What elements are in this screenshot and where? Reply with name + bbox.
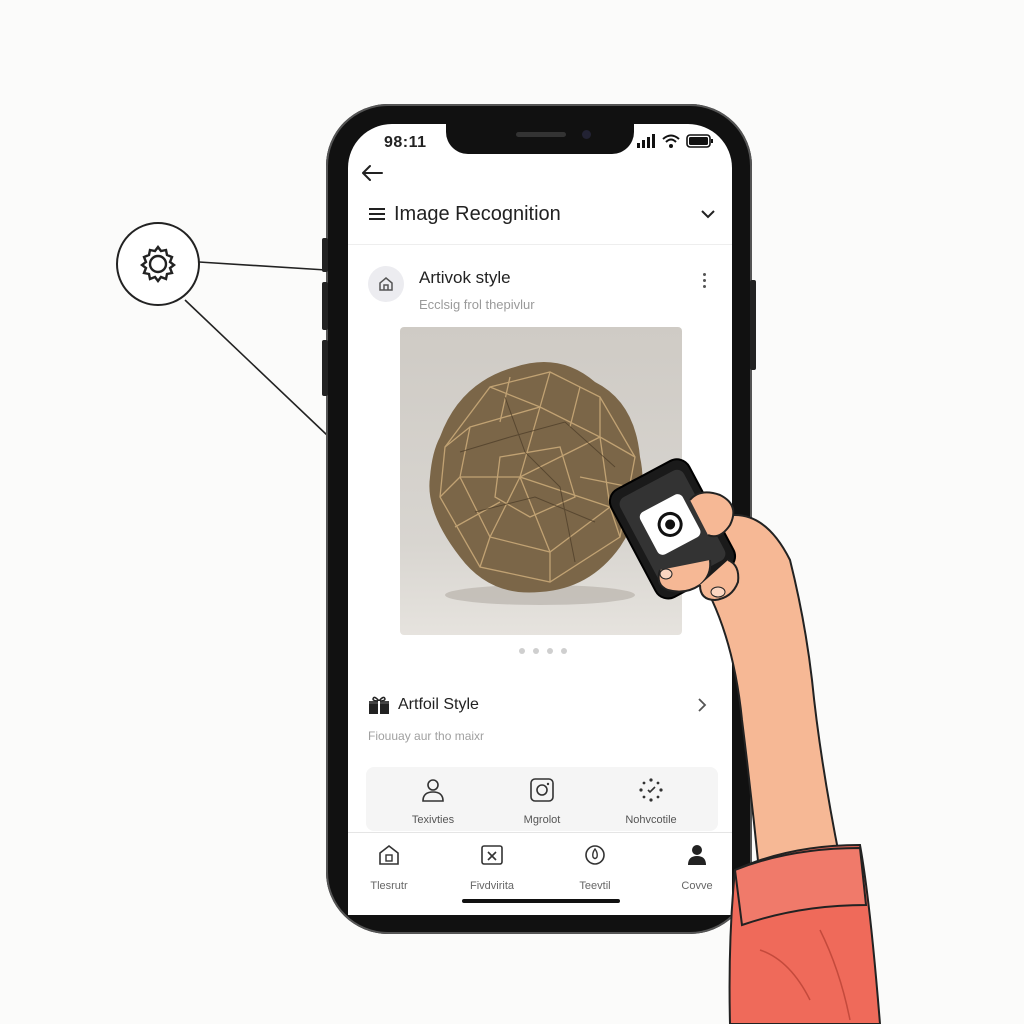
app-bar: Image Recognition xyxy=(348,192,732,245)
volume-button xyxy=(322,282,328,330)
action-label: Mgrolot xyxy=(523,814,561,826)
arrow-left-icon xyxy=(362,165,383,181)
settings-callout xyxy=(116,222,200,306)
badge-icon xyxy=(585,845,605,865)
back-button[interactable] xyxy=(358,160,386,186)
volume-button xyxy=(322,340,328,396)
chevron-down-icon[interactable] xyxy=(700,208,716,220)
arch-icon xyxy=(379,277,393,291)
image-x-icon xyxy=(481,845,503,865)
tab-covve[interactable]: Covve xyxy=(652,843,742,892)
menu-icon[interactable] xyxy=(368,206,386,222)
wifi-icon xyxy=(662,134,680,148)
action-nohvcotile[interactable]: Nohvcotile xyxy=(596,777,706,826)
sparkle-icon xyxy=(639,778,663,802)
action-texivties[interactable]: Texivties xyxy=(378,777,488,826)
signal-icon xyxy=(637,134,655,148)
result-avatar xyxy=(368,266,404,302)
home-indicator xyxy=(462,899,620,903)
tab-label: Tlesrutr xyxy=(370,880,408,892)
more-options-button[interactable] xyxy=(696,270,712,290)
status-time: 98:11 xyxy=(384,134,427,151)
status-icons xyxy=(636,134,714,148)
chevron-right-icon[interactable] xyxy=(696,697,708,713)
battery-icon xyxy=(686,134,713,148)
artwork-photo[interactable] xyxy=(400,327,682,635)
action-label: Nohvcotile xyxy=(625,814,677,826)
sculpture-image xyxy=(429,362,643,605)
gift-icon xyxy=(369,696,389,714)
tab-teevtil[interactable]: Teevtil xyxy=(550,843,640,892)
action-mgrolot[interactable]: Mgrolot xyxy=(487,777,597,826)
tab-label: Fivdvirita xyxy=(469,880,514,892)
tab-label: Teevtil xyxy=(579,880,611,892)
profile-icon xyxy=(688,845,706,865)
front-camera xyxy=(582,130,591,139)
speaker xyxy=(516,132,566,137)
home-icon xyxy=(379,844,399,865)
tab-label: Covve xyxy=(681,880,713,892)
tab-tlesrutr[interactable]: Tlesrutr xyxy=(344,843,434,892)
style-subtitle: Fiouuay aur tho maixr xyxy=(368,729,485,743)
volume-button xyxy=(322,238,328,272)
action-label: Texivties xyxy=(411,814,455,826)
page-title: Image Recognition xyxy=(394,203,561,225)
result-title: Artivok style xyxy=(419,268,511,287)
result-subtitle: Ecclsig frol thepivlur xyxy=(419,297,535,312)
power-button xyxy=(750,280,756,370)
tab-fivdvirita[interactable]: Fivdvirita xyxy=(447,843,537,892)
person-icon xyxy=(422,779,444,802)
style-title[interactable]: Artfoil Style xyxy=(398,696,479,714)
gear-icon xyxy=(140,245,176,283)
action-panel: Texivties Mgrolot Nohvcotile xyxy=(366,767,718,831)
camera-icon xyxy=(530,778,554,802)
notch xyxy=(446,124,634,154)
carousel-indicator xyxy=(519,648,567,654)
